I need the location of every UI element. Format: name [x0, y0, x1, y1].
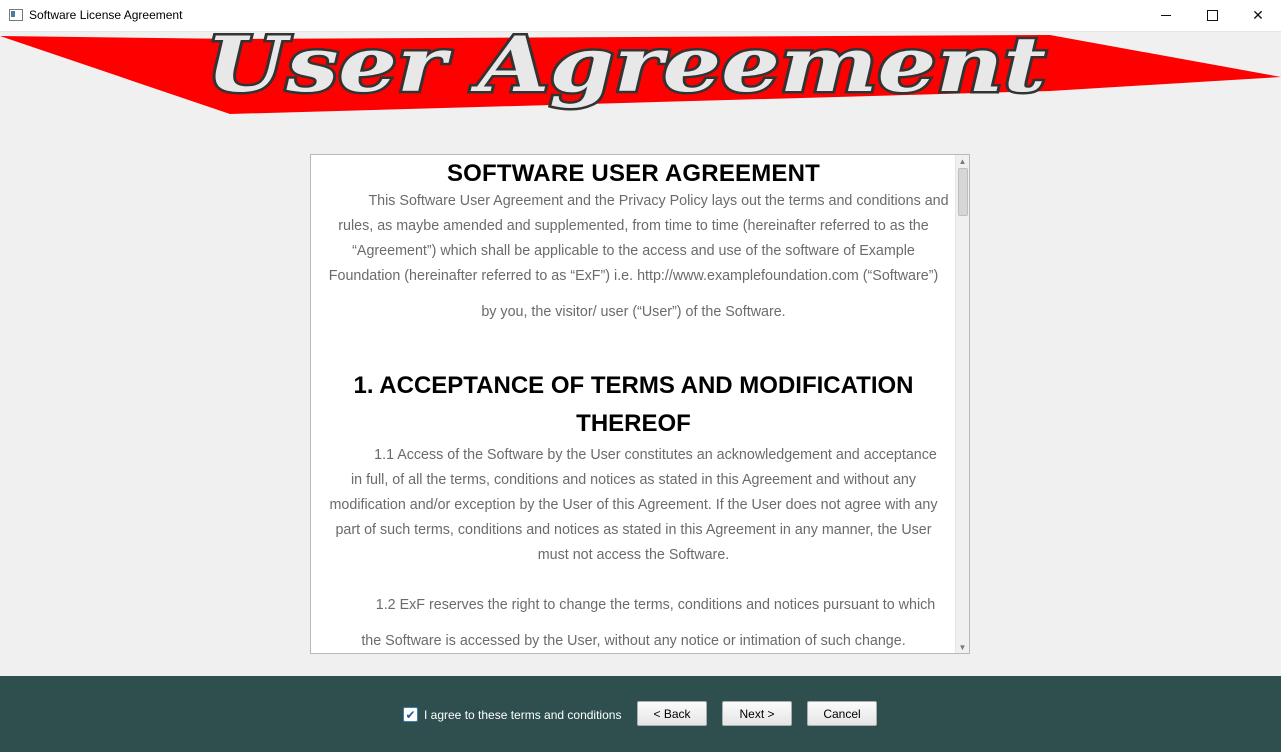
- close-icon: ✕: [1252, 7, 1264, 23]
- agreement-text-panel[interactable]: SOFTWARE USER AGREEMENT This Software Us…: [310, 154, 970, 654]
- section-1-2-paragraph-tail: the Software is accessed by the User, wi…: [361, 633, 906, 649]
- section-1-2-paragraph: 1.2 ExF reserves the right to change the…: [375, 597, 936, 613]
- agree-label[interactable]: I agree to these terms and conditions: [424, 708, 621, 722]
- minimize-icon: [1161, 15, 1171, 16]
- scroll-up-icon[interactable]: ▲: [956, 155, 969, 167]
- minimize-button[interactable]: [1143, 0, 1189, 31]
- close-button[interactable]: ✕: [1235, 0, 1281, 31]
- section-1-heading: 1. ACCEPTANCE OF TERMS AND MODIFICATION …: [353, 372, 914, 437]
- app-icon: [9, 9, 23, 21]
- title-bar: Software License Agreement ✕: [0, 0, 1281, 32]
- next-button[interactable]: Next >: [722, 701, 792, 726]
- agreement-title: SOFTWARE USER AGREEMENT: [446, 160, 821, 187]
- agreement-content: SOFTWARE USER AGREEMENT This Software Us…: [311, 155, 956, 653]
- scroll-thumb[interactable]: [958, 168, 968, 216]
- banner-text: User Agreement: [206, 31, 1046, 109]
- intro-paragraph: This Software User Agreement and the Pri…: [328, 193, 949, 284]
- window-title: Software License Agreement: [29, 8, 183, 22]
- agree-checkbox[interactable]: ✔: [403, 707, 418, 722]
- vertical-scrollbar[interactable]: ▲ ▼: [955, 155, 969, 653]
- scroll-down-icon[interactable]: ▼: [956, 641, 969, 653]
- section-1-1-paragraph: 1.1 Access of the Software by the User c…: [329, 447, 938, 563]
- agree-checkbox-row[interactable]: ✔ I agree to these terms and conditions: [403, 707, 621, 722]
- back-button[interactable]: < Back: [637, 701, 707, 726]
- maximize-button[interactable]: [1189, 0, 1235, 31]
- maximize-icon: [1206, 10, 1218, 21]
- user-agreement-banner: User Agreement: [0, 31, 1281, 114]
- cancel-button[interactable]: Cancel: [807, 701, 877, 726]
- checkmark-icon: ✔: [405, 707, 416, 722]
- intro-paragraph-tail: by you, the visitor/ user (“User”) of th…: [481, 304, 786, 320]
